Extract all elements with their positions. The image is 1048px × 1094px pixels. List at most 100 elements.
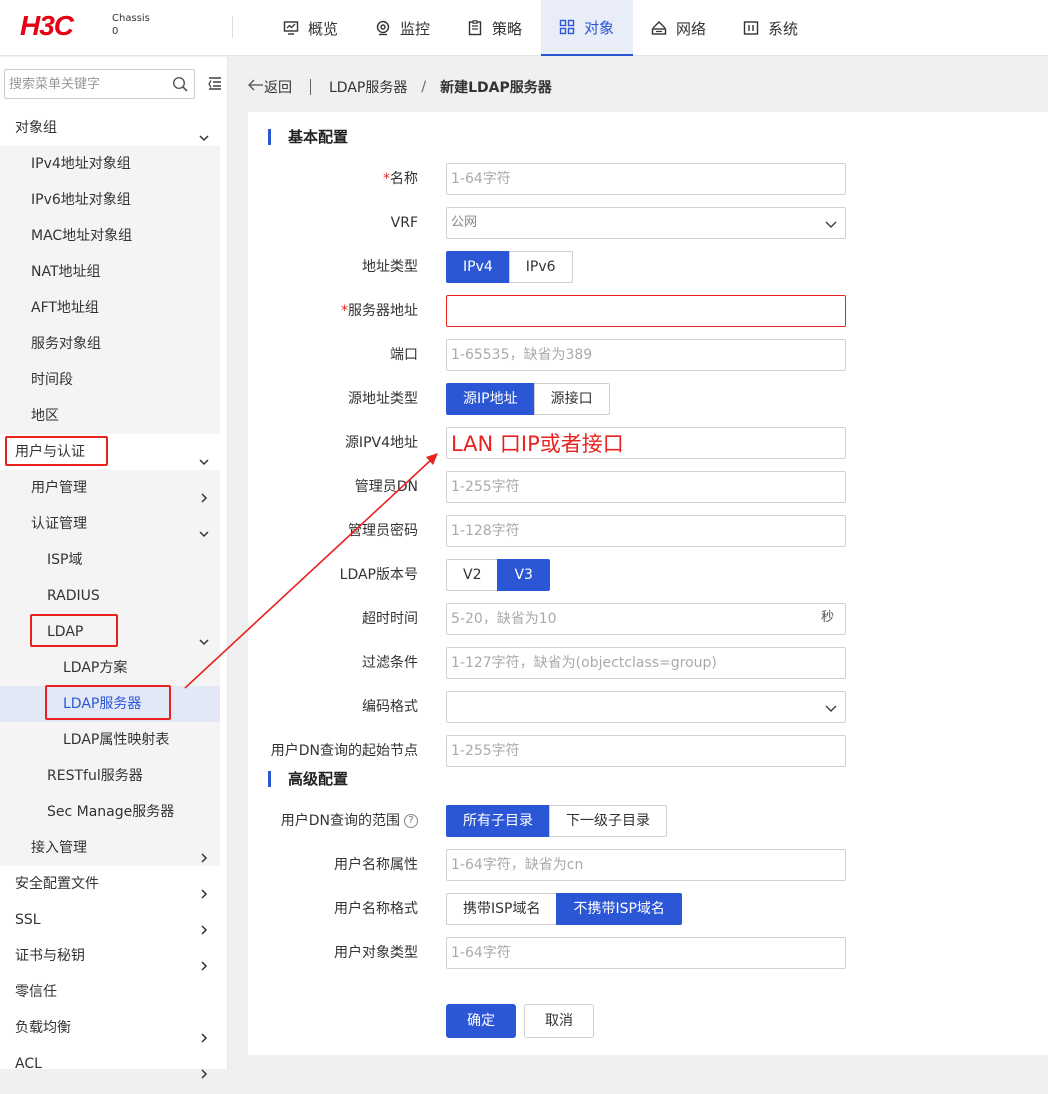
sidebar-item[interactable]: 接入管理 xyxy=(0,830,220,866)
sidebar-item[interactable]: LDAP方案 xyxy=(0,650,220,686)
search-icon[interactable] xyxy=(172,76,188,96)
sidebar-item[interactable]: ISP域 xyxy=(0,542,220,578)
row-timeout: 超时时间 秒 xyxy=(248,603,1048,635)
nav-system-label: 系统 xyxy=(768,19,799,38)
monitor-chart-icon xyxy=(283,20,299,36)
nav-overview[interactable]: 概览 xyxy=(283,0,338,56)
name-label: *名称 xyxy=(383,171,418,187)
row-name: *名称 xyxy=(248,163,1048,195)
nav-monitor[interactable]: 监控 xyxy=(375,0,430,56)
admin-dn-input[interactable] xyxy=(446,471,846,503)
chevron-down-icon xyxy=(825,702,837,718)
row-port: 端口 xyxy=(248,339,1048,371)
src-addr-type-ip[interactable]: 源IP地址 xyxy=(446,383,535,415)
port-input[interactable] xyxy=(446,339,846,371)
ldap-version-v3[interactable]: V3 xyxy=(497,559,550,591)
start-node-input[interactable] xyxy=(446,735,846,767)
network-icon xyxy=(651,20,667,36)
back-link[interactable]: 返回 xyxy=(248,77,292,97)
sidebar-item[interactable]: 负载均衡 xyxy=(0,1010,220,1046)
server-addr-input[interactable] xyxy=(446,295,846,327)
sidebar-item[interactable]: RADIUS xyxy=(0,578,220,614)
sidebar-item[interactable]: IPv6地址对象组 xyxy=(0,182,220,218)
name-input[interactable] xyxy=(446,163,846,195)
sidebar-item[interactable]: IPv4地址对象组 xyxy=(0,146,220,182)
sidebar-item[interactable]: SSL xyxy=(0,902,220,938)
sidebar-item-label: ACL xyxy=(15,1056,42,1072)
encoding-select[interactable] xyxy=(446,691,846,723)
sidebar-item-label: IPv4地址对象组 xyxy=(31,156,131,172)
sidebar-item[interactable]: 服务对象组 xyxy=(0,326,220,362)
sidebar-item[interactable]: LDAP服务器 xyxy=(0,686,220,722)
chevron-right-icon xyxy=(198,914,210,935)
nav-policy-label: 策略 xyxy=(492,19,523,38)
dn-scope-one-level[interactable]: 下一级子目录 xyxy=(549,805,667,837)
vrf-value: 公网 xyxy=(451,215,478,230)
sidebar-item-label: 服务对象组 xyxy=(31,336,101,352)
ldap-version-toggle: V2 V3 xyxy=(446,559,550,591)
sidebar-item[interactable]: 对象组 xyxy=(0,110,220,146)
back-label: 返回 xyxy=(264,80,292,96)
sidebar-item[interactable]: Sec Manage服务器 xyxy=(0,794,220,830)
menu-search[interactable] xyxy=(4,69,195,99)
row-src-addr-type: 源地址类型 源IP地址 源接口 xyxy=(248,383,1048,415)
admin-pwd-input[interactable] xyxy=(446,515,846,547)
ldap-version-v2[interactable]: V2 xyxy=(446,559,499,591)
encoding-label: 编码格式 xyxy=(362,699,418,715)
chevron-down-icon xyxy=(198,518,210,538)
arrow-left-icon xyxy=(248,79,264,95)
dn-scope-all[interactable]: 所有子目录 xyxy=(446,805,550,837)
menu-search-input[interactable] xyxy=(5,70,165,98)
timeout-input[interactable] xyxy=(446,603,846,635)
nav-policy[interactable]: 策略 xyxy=(467,0,522,56)
help-icon[interactable]: ? xyxy=(404,814,418,828)
vrf-select[interactable]: 公网 xyxy=(446,207,846,239)
sidebar-item[interactable]: 时间段 xyxy=(0,362,220,398)
sidebar-item[interactable]: 地区 xyxy=(0,398,220,434)
addr-type-ipv6[interactable]: IPv6 xyxy=(508,251,573,283)
sidebar-item-label: SSL xyxy=(15,912,41,928)
row-start-node: 用户DN查询的起始节点 xyxy=(248,735,1048,767)
cancel-button[interactable]: 取消 xyxy=(524,1004,594,1038)
sidebar-item[interactable]: NAT地址组 xyxy=(0,254,220,290)
user-object-type-input[interactable] xyxy=(446,937,846,969)
sidebar-item[interactable]: 用户与认证 xyxy=(0,434,220,470)
nav-object[interactable]: 对象 xyxy=(541,0,633,56)
sidebar-item-label: LDAP方案 xyxy=(63,660,128,676)
breadcrumb-current: 新建LDAP服务器 xyxy=(440,80,552,96)
nav-network[interactable]: 网络 xyxy=(651,0,706,56)
sidebar-item-label: RADIUS xyxy=(47,588,100,604)
ok-button[interactable]: 确定 xyxy=(446,1004,516,1038)
nav-system[interactable]: 系统 xyxy=(743,0,798,56)
sidebar-item-label: LDAP服务器 xyxy=(63,696,142,712)
row-ldap-version: LDAP版本号 V2 V3 xyxy=(248,559,1048,591)
server-addr-label: *服务器地址 xyxy=(341,303,418,319)
sidebar-item[interactable]: AFT地址组 xyxy=(0,290,220,326)
row-encoding: 编码格式 xyxy=(248,691,1048,723)
sidebar-item[interactable]: 安全配置文件 xyxy=(0,866,220,902)
sidebar-item[interactable]: 证书与秘钥 xyxy=(0,938,220,974)
src-addr-type-iface[interactable]: 源接口 xyxy=(533,383,610,415)
collapse-menu-icon[interactable] xyxy=(208,76,222,94)
sidebar-item[interactable]: 用户管理 xyxy=(0,470,220,506)
sidebar-item[interactable]: RESTful服务器 xyxy=(0,758,220,794)
sidebar-item[interactable]: LDAP xyxy=(0,614,220,650)
sidebar: 对象组 IPv4地址对象组 IPv6地址对象组 MAC地址对象组 NAT地址组 AFT地址… xyxy=(0,57,228,1079)
row-server-addr: *服务器地址 xyxy=(248,295,1048,327)
section-advanced-title: 高级配置 xyxy=(268,769,348,789)
sidebar-item[interactable]: 零信任 xyxy=(0,974,220,1010)
sidebar-item[interactable]: MAC地址对象组 xyxy=(0,218,220,254)
user-name-attr-input[interactable] xyxy=(446,849,846,881)
row-admin-dn: 管理员DN xyxy=(248,471,1048,503)
filter-input[interactable] xyxy=(446,647,846,679)
sidebar-item[interactable]: LDAP属性映射表 xyxy=(0,722,220,758)
format-without-isp[interactable]: 不携带ISP域名 xyxy=(556,893,682,925)
user-name-format-toggle: 携带ISP域名 不携带ISP域名 xyxy=(446,893,682,925)
breadcrumb-parent[interactable]: LDAP服务器 xyxy=(329,77,407,97)
format-with-isp[interactable]: 携带ISP域名 xyxy=(446,893,558,925)
sidebar-item[interactable]: ACL xyxy=(0,1046,220,1082)
port-label: 端口 xyxy=(390,347,418,363)
sidebar-item[interactable]: 认证管理 xyxy=(0,506,220,542)
addr-type-ipv4[interactable]: IPv4 xyxy=(446,251,510,283)
sidebar-item-label: 地区 xyxy=(31,408,59,424)
